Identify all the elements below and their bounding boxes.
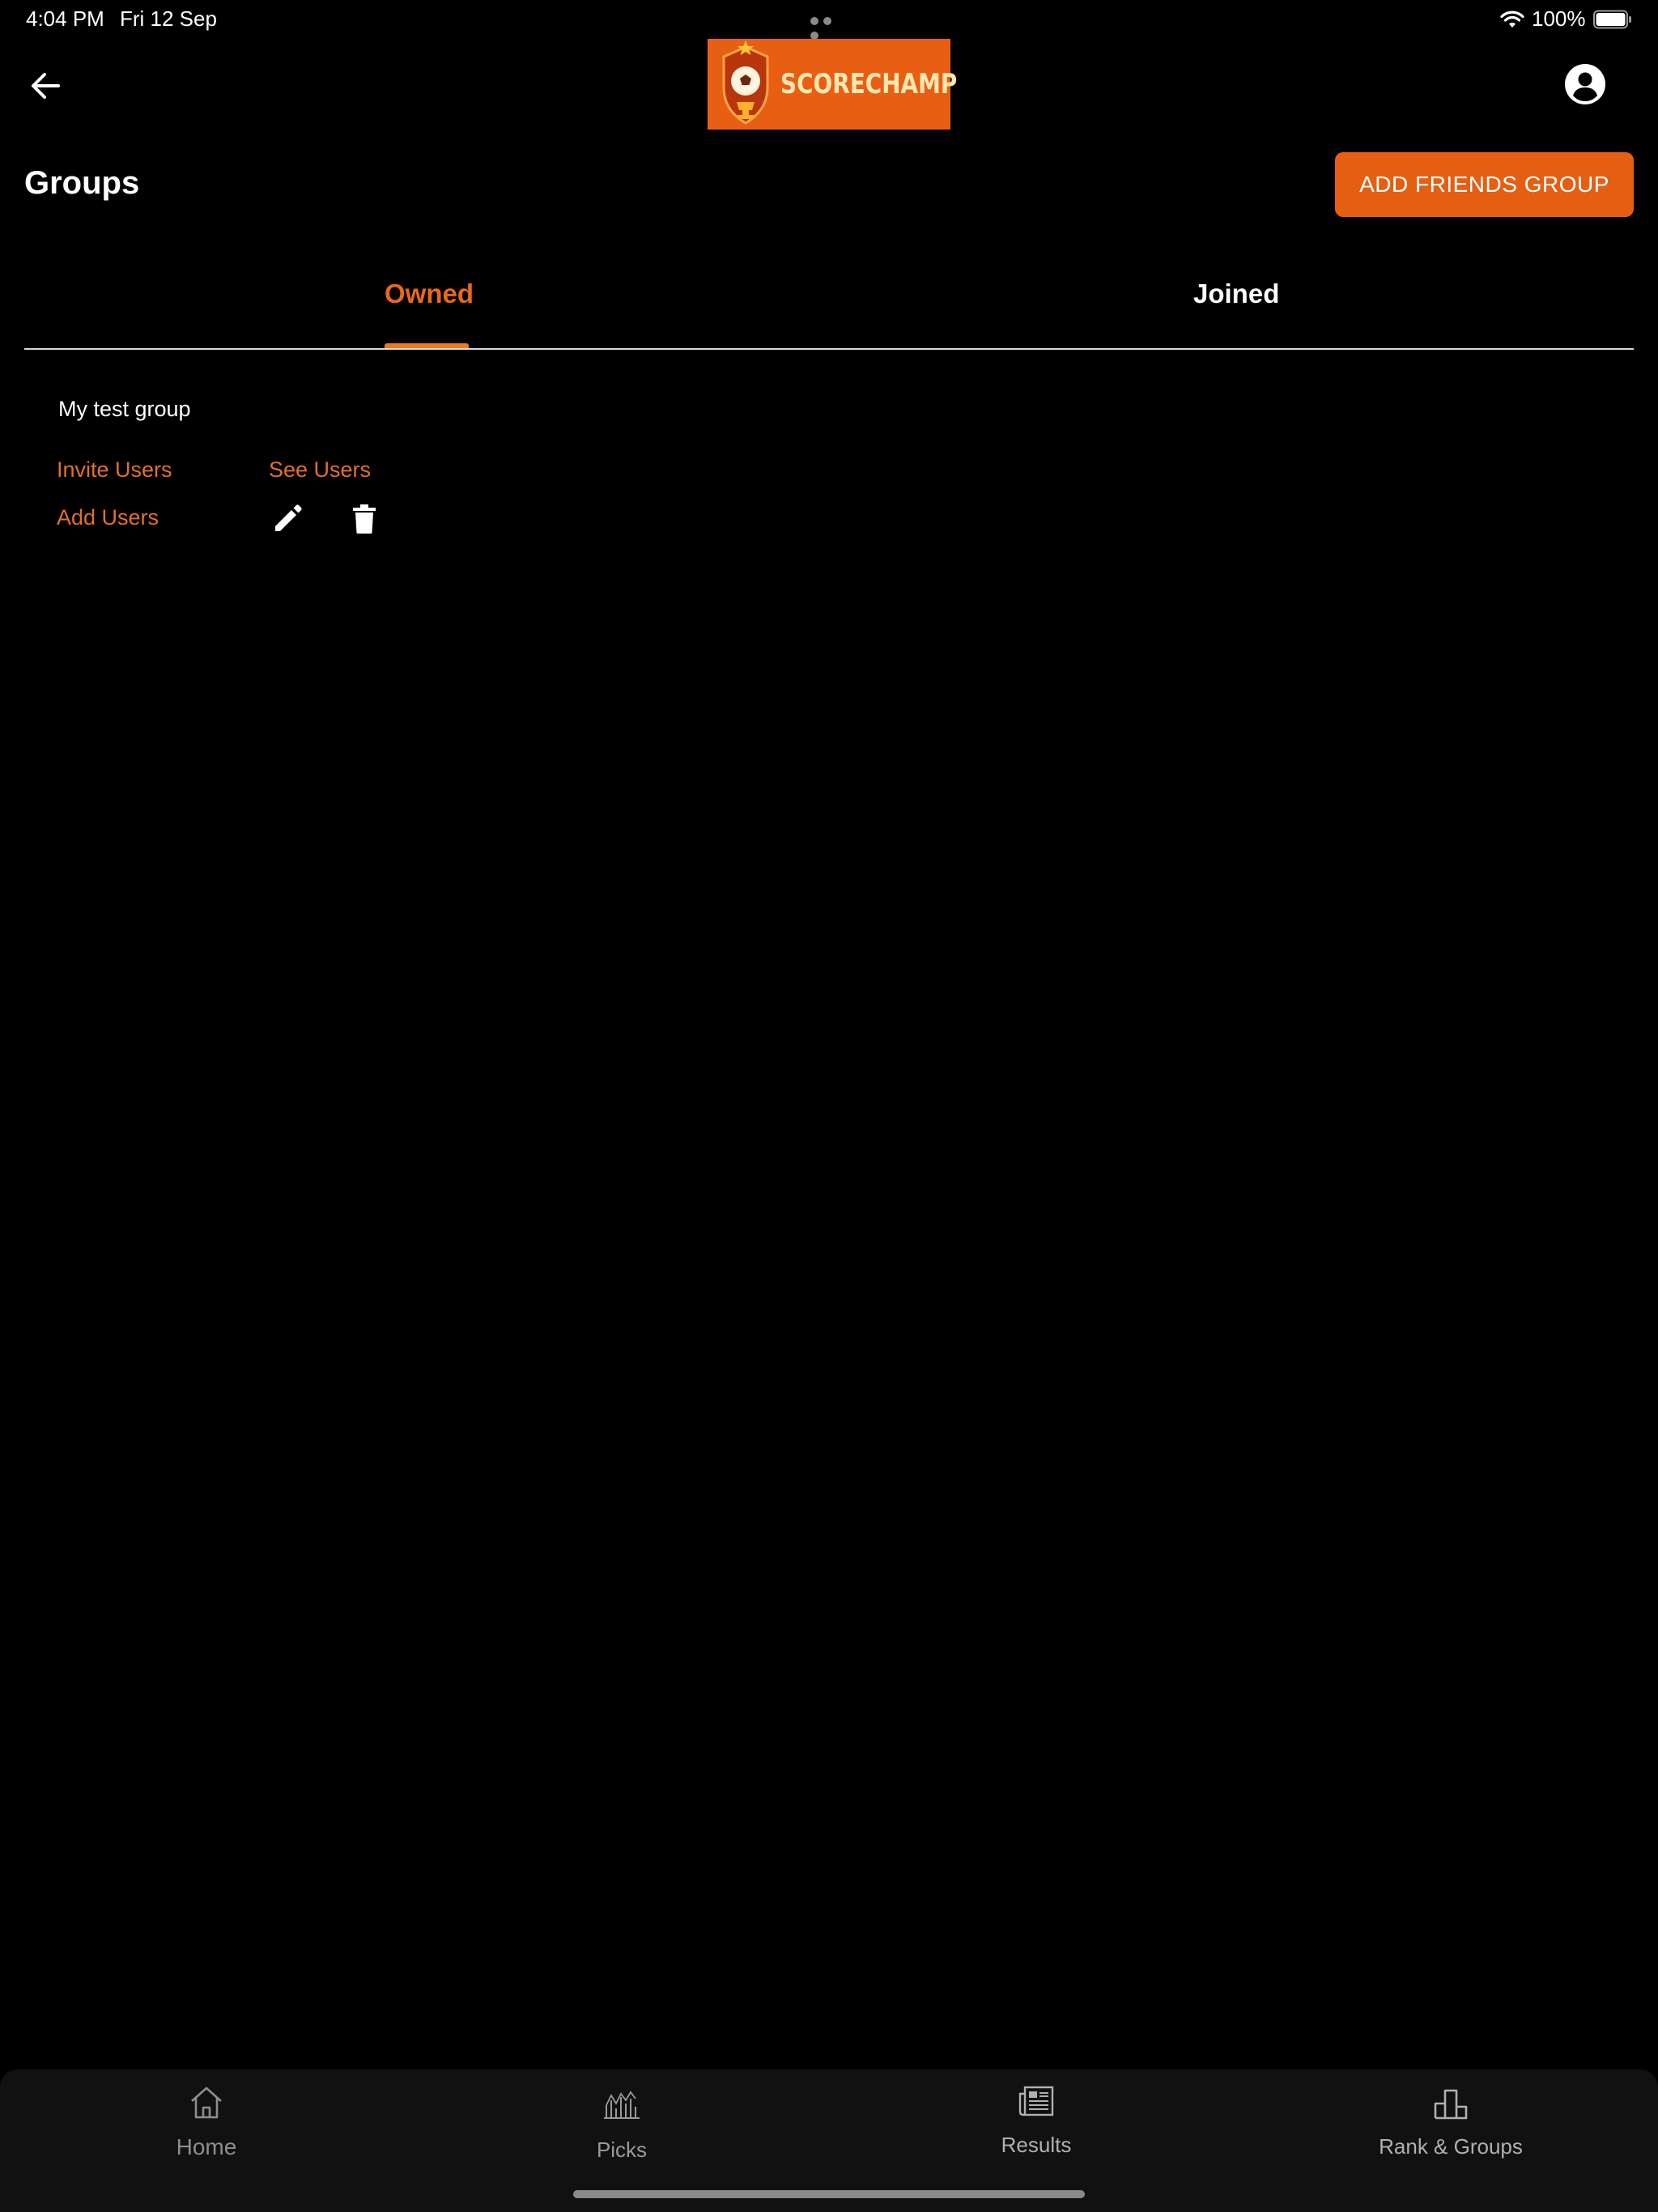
see-users-link[interactable]: See Users (269, 457, 371, 483)
logo-text: SCORECHAMP (780, 68, 958, 100)
battery-percent: 100% (1532, 6, 1586, 31)
group-name: My test group (58, 397, 191, 421)
more-dots-icon[interactable] (810, 15, 848, 40)
tab-joined[interactable]: Joined (1193, 279, 1279, 309)
status-date: Fri 12 Sep (120, 6, 217, 31)
add-friends-group-button[interactable]: ADD FRIENDS GROUP (1335, 152, 1634, 217)
invite-users-link[interactable]: Invite Users (57, 457, 172, 483)
group-tabs: Owned Joined (24, 259, 1634, 350)
trash-icon[interactable] (351, 504, 377, 534)
pencil-icon[interactable] (272, 504, 303, 534)
nav-label-home: Home (176, 2134, 237, 2159)
nav-item-results[interactable]: Results (915, 2069, 1158, 2175)
wifi-icon (1500, 11, 1524, 28)
active-tab-indicator (385, 343, 469, 348)
home-icon (191, 2087, 222, 2119)
page-title: Groups (24, 165, 140, 201)
profile-button[interactable] (1562, 62, 1608, 107)
nav-label-results: Results (1001, 2133, 1072, 2157)
nav-label-rank-groups: Rank & Groups (1379, 2134, 1523, 2159)
battery-icon (1593, 10, 1631, 29)
status-time: 4:04 PM (26, 6, 104, 31)
nav-item-home[interactable]: Home (85, 2069, 328, 2175)
picks-chart-icon (604, 2091, 640, 2119)
nav-item-rank-groups[interactable]: Rank & Groups (1329, 2069, 1572, 2175)
nav-label-picks: Picks (596, 2138, 648, 2162)
logo-crest-icon (722, 40, 769, 125)
newspaper-icon (1018, 2086, 1054, 2116)
tab-owned[interactable]: Owned (385, 279, 474, 309)
arrow-left-icon (32, 73, 60, 99)
back-button[interactable] (24, 65, 66, 107)
status-bar: 4:04 PM Fri 12 Sep 100% (0, 0, 1658, 40)
nav-item-picks[interactable]: Picks (500, 2069, 743, 2175)
home-indicator[interactable] (573, 2190, 1085, 2198)
add-users-link[interactable]: Add Users (57, 505, 159, 530)
podium-icon (1434, 2089, 1468, 2120)
account-circle-icon (1565, 64, 1605, 104)
scorechamp-logo: SCORECHAMP (708, 39, 957, 130)
